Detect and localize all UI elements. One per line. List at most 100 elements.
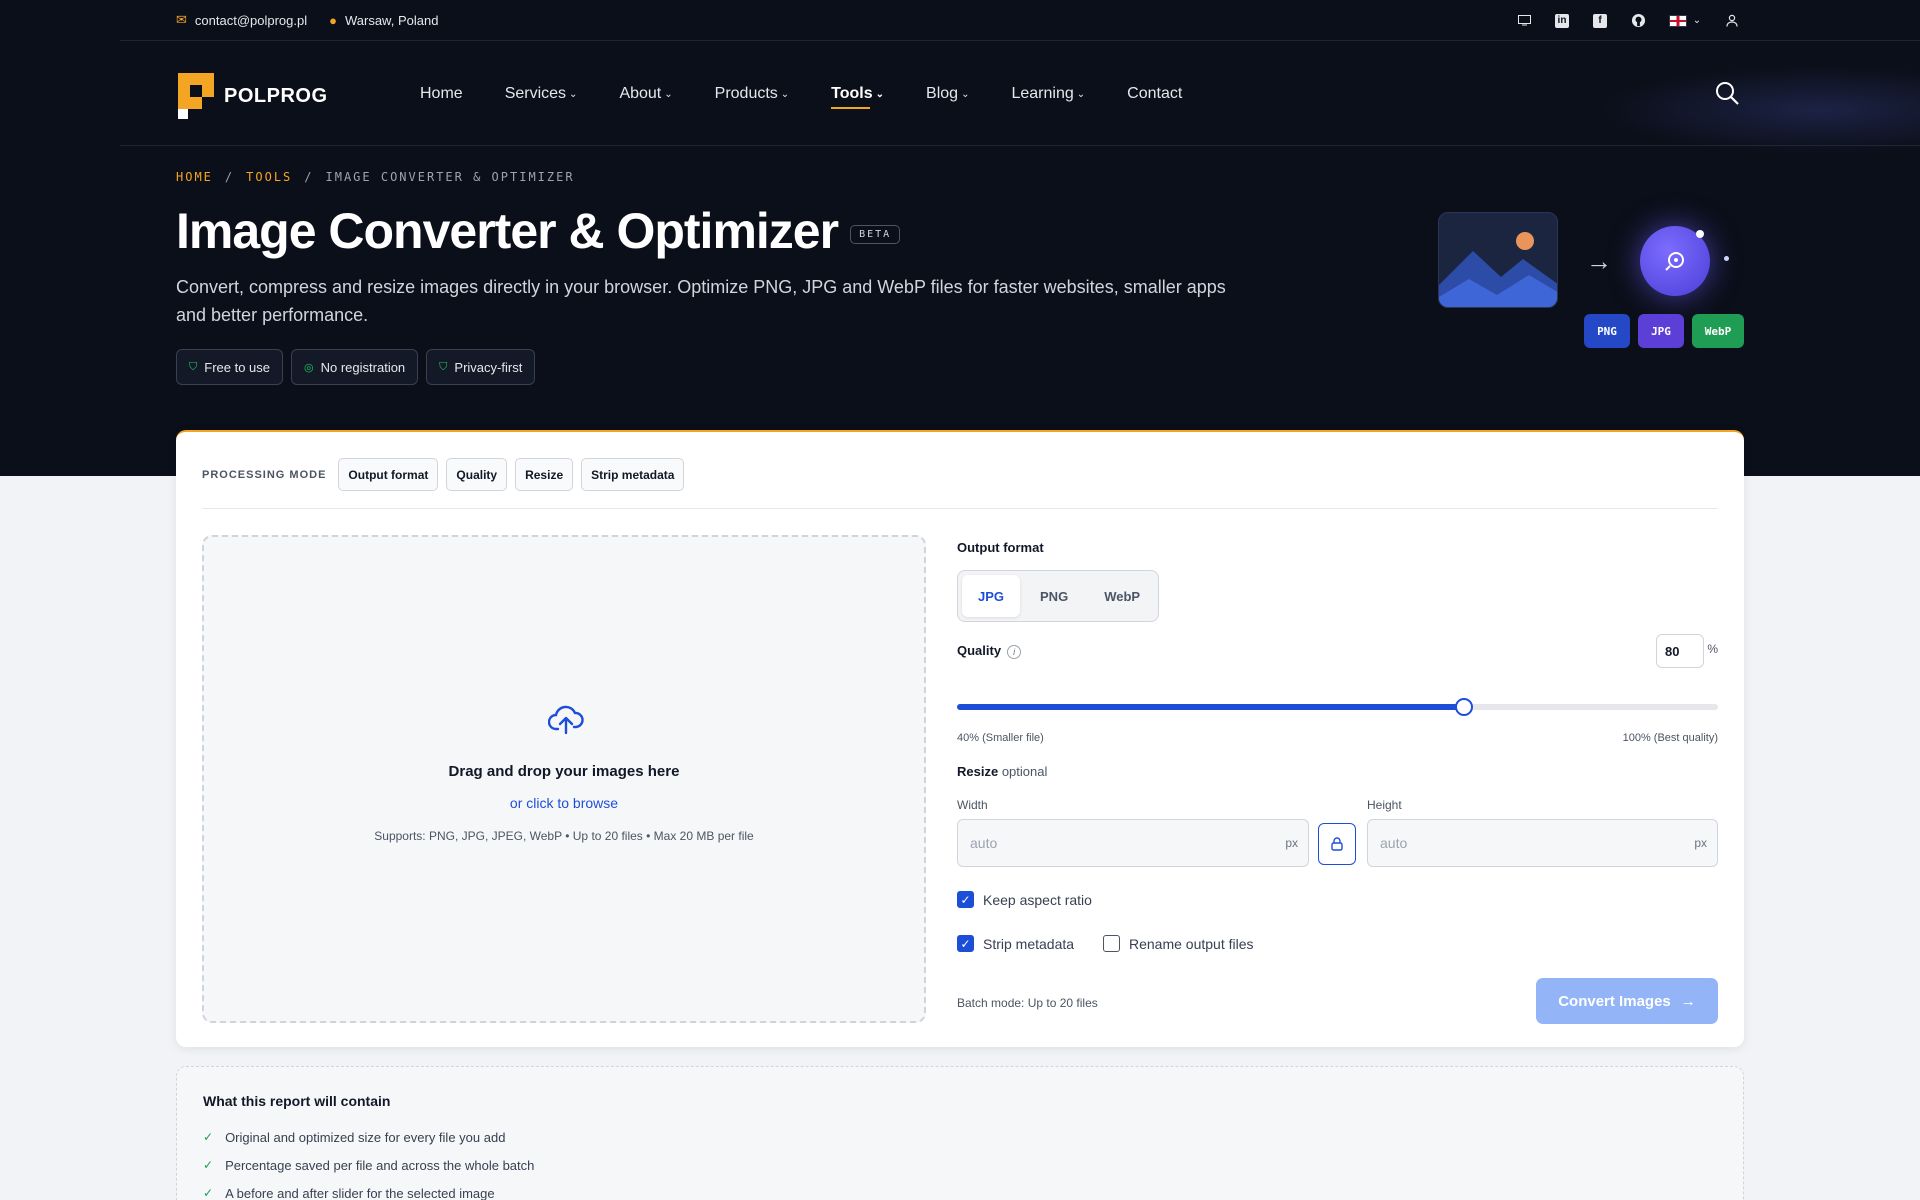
nav-item-home[interactable]: Home xyxy=(420,85,463,103)
batch-mode-text: Batch mode: Up to 20 files xyxy=(957,996,1098,1010)
nav-label: Blog xyxy=(926,85,959,102)
breadcrumb-separator: / xyxy=(224,170,235,184)
mode-chip-output-format[interactable]: Output format xyxy=(338,458,439,491)
contact-email[interactable]: ✉ contact@polprog.pl xyxy=(176,12,307,28)
badge-label: No registration xyxy=(320,359,406,375)
github-icon[interactable] xyxy=(1630,13,1646,29)
uk-flag-icon xyxy=(1668,14,1687,27)
processing-mode-label: PROCESSING MODE xyxy=(202,468,327,481)
format-option-webp[interactable]: WebP xyxy=(1088,575,1156,617)
format-option-jpg[interactable]: JPG xyxy=(962,575,1021,617)
quality-range-labels: 40% (Smaller file) 100% (Best quality) xyxy=(957,732,1718,744)
divider xyxy=(202,508,1718,509)
shield-check-icon: ⛉ xyxy=(189,360,198,373)
linkedin-icon[interactable]: in xyxy=(1554,13,1570,29)
nav-menu: Home Services ⌄ About ⌄ Products ⌄ Tools ⌄ B… xyxy=(420,42,1224,146)
nav-item-about[interactable]: About ⌄ xyxy=(619,85,672,103)
sparkle-dot xyxy=(1696,230,1704,238)
resize-optional: optional xyxy=(1001,764,1048,779)
report-item-text: Original and optimized size for every fi… xyxy=(225,1129,506,1145)
resize-heading: Resize optional xyxy=(957,764,1047,779)
report-item-text: Percentage saved per file and across the… xyxy=(225,1157,535,1173)
check-circle-icon: ◎ xyxy=(304,361,314,374)
report-title: What this report will contain xyxy=(203,1093,391,1109)
width-label: Width xyxy=(957,798,988,812)
chevron-down-icon: ⌄ xyxy=(961,88,970,100)
hero-illustration: → PNG JPG WebP xyxy=(1438,212,1744,352)
location-text: Warsaw, Poland xyxy=(344,12,439,28)
keep-aspect-checkbox[interactable]: ✓ Keep aspect ratio xyxy=(957,891,1092,908)
convert-button[interactable]: Convert Images → xyxy=(1536,978,1718,1024)
report-list: ✓ Original and optimized size for every f… xyxy=(203,1123,534,1200)
page-subtitle: Convert, compress and resize images dire… xyxy=(176,277,1226,325)
list-item: ✓ Original and optimized size for every f… xyxy=(203,1123,534,1151)
monitor-icon[interactable] xyxy=(1516,13,1532,29)
nav-item-products[interactable]: Products ⌄ xyxy=(715,85,790,103)
nav-item-tools[interactable]: Tools ⌄ xyxy=(831,85,885,109)
checkbox-checked-icon: ✓ xyxy=(957,935,974,952)
badge-free: ⛉ Free to use xyxy=(176,349,284,385)
chevron-down-icon: ⌄ xyxy=(1076,88,1086,100)
dropzone-supports: Supports: PNG, JPG, JPEG, WebP • Up to 2… xyxy=(374,829,754,843)
quality-min-label: 40% (Smaller file) xyxy=(957,732,1044,744)
nav-label: Services xyxy=(504,85,567,102)
chevron-down-icon: ⌄ xyxy=(875,88,885,100)
convert-button-label: Convert Images xyxy=(1558,992,1671,1010)
nav-item-contact[interactable]: Contact xyxy=(1127,85,1182,103)
facebook-icon[interactable]: f xyxy=(1592,13,1608,29)
mode-chip-strip-metadata[interactable]: Strip metadata xyxy=(581,458,685,491)
mode-chip-quality[interactable]: Quality xyxy=(446,458,508,491)
rename-output-label: Rename output files xyxy=(1129,935,1254,952)
browse-link[interactable]: or click to browse xyxy=(204,795,924,811)
lock-icon xyxy=(1331,837,1343,851)
breadcrumb-separator: / xyxy=(304,170,314,184)
nav-label: About xyxy=(619,85,662,102)
badge-label: Free to use xyxy=(204,359,271,375)
nav-label: Home xyxy=(420,85,463,102)
nav-label: Products xyxy=(714,85,778,102)
strip-metadata-checkbox[interactable]: ✓ Strip metadata xyxy=(957,935,1074,952)
info-icon[interactable]: i xyxy=(1007,645,1022,659)
rename-output-checkbox[interactable]: Rename output files xyxy=(1103,935,1254,952)
sparkle-dot xyxy=(1724,256,1729,261)
nav-item-blog[interactable]: Blog ⌄ xyxy=(926,85,969,103)
image-illustration-icon xyxy=(1438,212,1558,308)
page-title-row: Image Converter & Optimizer BETA xyxy=(176,202,901,260)
format-tag-png: PNG xyxy=(1584,314,1630,348)
quality-slider-handle[interactable] xyxy=(1455,698,1474,716)
badge-no-registration: ◎ No registration xyxy=(291,349,419,385)
chevron-down-icon: ⌄ xyxy=(569,88,578,100)
format-option-png[interactable]: PNG xyxy=(1024,575,1084,617)
format-tag-webp: WebP xyxy=(1692,314,1744,348)
format-tag-jpg: JPG xyxy=(1638,314,1684,348)
nav-item-services[interactable]: Services ⌄ xyxy=(505,85,578,103)
mode-chip-resize[interactable]: Resize xyxy=(515,458,574,491)
search-icon[interactable] xyxy=(1714,80,1740,106)
mail-icon: ✉ xyxy=(176,12,187,27)
arrow-right-icon: → xyxy=(1586,246,1612,276)
top-bar-actions: in f ⌄ xyxy=(1516,0,1740,41)
chevron-down-icon: ⌄ xyxy=(780,88,790,100)
user-icon[interactable] xyxy=(1724,13,1740,29)
beta-badge: BETA xyxy=(850,224,901,244)
report-item-text: A before and after slider for the select… xyxy=(225,1185,495,1200)
breadcrumb-home[interactable]: HOME xyxy=(176,170,213,184)
shield-icon: ⛉ xyxy=(439,360,448,373)
strip-metadata-label: Strip metadata xyxy=(983,935,1075,952)
height-input[interactable]: auto px xyxy=(1367,819,1718,867)
logo[interactable]: POLPROG xyxy=(178,73,328,119)
check-icon: ✓ xyxy=(203,1186,214,1200)
breadcrumb-tools[interactable]: TOOLS xyxy=(246,170,292,184)
quality-input[interactable]: 80 xyxy=(1656,634,1704,668)
nav-label: Learning xyxy=(1011,85,1074,102)
width-input[interactable]: auto px xyxy=(957,819,1309,867)
language-selector[interactable]: ⌄ xyxy=(1668,13,1702,29)
breadcrumb: HOME / TOOLS / IMAGE CONVERTER & OPTIMIZ… xyxy=(176,170,575,184)
list-item: ✓ Percentage saved per file and across th… xyxy=(203,1151,534,1179)
quality-slider[interactable] xyxy=(957,698,1718,716)
dropzone[interactable]: Drag and drop your images here or click … xyxy=(202,535,926,1023)
nav-item-learning[interactable]: Learning ⌄ xyxy=(1011,85,1085,103)
logo-text: POLPROG xyxy=(224,84,328,107)
aspect-lock-button[interactable] xyxy=(1318,823,1356,865)
breadcrumb-current: IMAGE CONVERTER & OPTIMIZER xyxy=(325,170,575,184)
